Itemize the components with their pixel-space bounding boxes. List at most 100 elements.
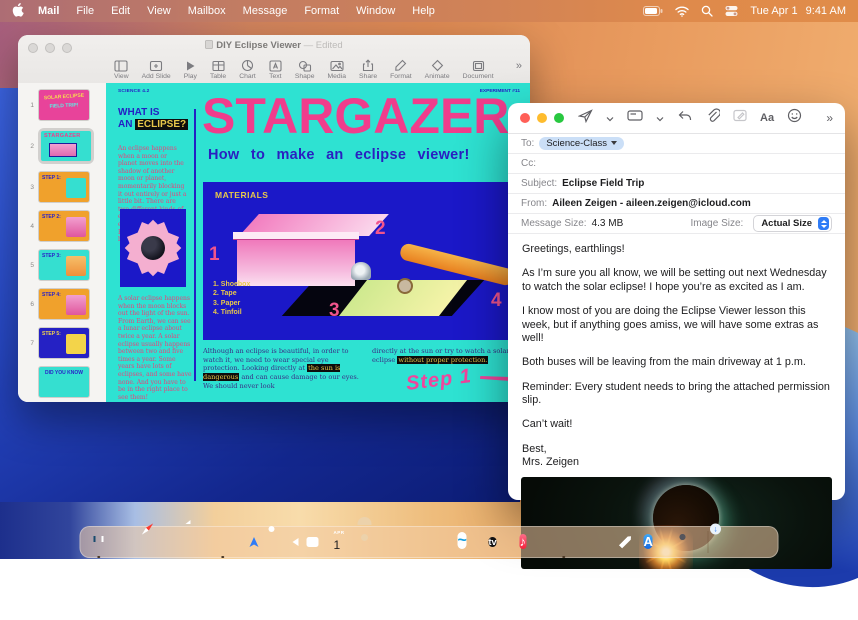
dock-item-maps[interactable]	[241, 529, 267, 555]
menu-view[interactable]: View	[147, 5, 171, 17]
media-button[interactable]: Media	[327, 60, 346, 80]
dock-item-messages[interactable]	[179, 529, 205, 555]
materials-panel[interactable]: MATERIALS 1 2 3 4 1. Shoebox 2. Tape 3. …	[203, 182, 530, 340]
format-button[interactable]: Format	[390, 59, 412, 80]
dock-item-reminders[interactable]	[396, 529, 422, 555]
slide-thumb-4[interactable]: 4 STEP 2:	[18, 210, 106, 242]
send-button[interactable]	[578, 108, 593, 128]
format-button[interactable]: Aa	[760, 112, 774, 124]
step-annotation[interactable]: Step 1	[405, 365, 473, 396]
thumbnail-6[interactable]: STEP 4:	[38, 288, 90, 320]
zoom-button[interactable]	[554, 113, 564, 123]
eclipse-paragraph-2[interactable]: A solar eclipse happens when the moon bl…	[118, 295, 192, 402]
dock-item-notes[interactable]	[427, 529, 453, 555]
subject-field[interactable]: Subject: Eclipse Field Trip	[508, 174, 845, 194]
attach-button[interactable]	[705, 108, 720, 128]
menu-mailbox[interactable]: Mailbox	[188, 5, 226, 17]
dock-item-numbers[interactable]	[582, 529, 608, 555]
slide-thumb-2-selected[interactable]: 2 STARGAZER	[18, 128, 106, 164]
animate-button[interactable]: Animate	[425, 59, 450, 80]
slide-thumb-3[interactable]: 3 STEP 1:	[18, 171, 106, 203]
slide-subtitle[interactable]: How to make an eclipse viewer!	[208, 147, 470, 163]
cc-field[interactable]: Cc:	[508, 154, 845, 174]
dock-item-settings[interactable]	[675, 529, 701, 555]
mail-compose-window[interactable]: Aa » To: Science-Class Cc: Subject: Ecli…	[508, 103, 845, 500]
toolbar-overflow-chevron[interactable]: »	[516, 60, 522, 80]
warning-text-left[interactable]: Although an eclipse is beautiful, in ord…	[203, 347, 359, 391]
text-button[interactable]: Text	[269, 60, 282, 80]
apple-menu[interactable]	[12, 3, 24, 20]
menubar-clock[interactable]: 9:41 AM	[806, 5, 846, 17]
dock-item-mail[interactable]	[210, 529, 236, 555]
header-fields-button[interactable]	[627, 109, 643, 127]
slide-title[interactable]: STARGAZER	[202, 87, 509, 145]
menu-window[interactable]: Window	[356, 5, 395, 17]
thumbnail-7[interactable]: STEP 5:	[38, 327, 90, 359]
dock-item-appletv[interactable]: tv	[489, 529, 515, 555]
dock-item-trash[interactable]	[747, 529, 773, 555]
from-field[interactable]: From: Aileen Zeigen - aileen.zeigen@iclo…	[508, 194, 845, 214]
shape-button[interactable]: Shape	[295, 60, 315, 80]
dock-item-finder[interactable]	[86, 529, 112, 555]
sun-illustration[interactable]	[120, 209, 186, 287]
dock-item-freeform[interactable]: ~	[458, 529, 484, 555]
header-fields-chevron-icon[interactable]	[656, 109, 664, 127]
dock-item-keynote[interactable]	[551, 529, 577, 555]
chart-button[interactable]: Chart	[239, 59, 256, 80]
slide-thumb-8[interactable]: DID YOU KNOW	[18, 366, 106, 398]
dock-item-facetime[interactable]	[303, 529, 329, 555]
menu-file[interactable]: File	[76, 5, 94, 17]
to-field[interactable]: To: Science-Class	[508, 134, 845, 154]
wifi-icon[interactable]	[675, 6, 689, 17]
table-button[interactable]: Table	[210, 60, 226, 80]
recipient-token[interactable]: Science-Class	[539, 137, 624, 151]
add-slide-button[interactable]: Add Slide	[142, 60, 171, 80]
slide-thumb-6[interactable]: 6 STEP 4:	[18, 288, 106, 320]
app-menu-mail[interactable]: Mail	[38, 5, 59, 17]
warning-text-right[interactable]: directly at the sun or try to watch a so…	[372, 347, 530, 364]
dock-item-launchpad[interactable]	[117, 529, 143, 555]
dock-item-pages[interactable]	[613, 529, 639, 555]
play-button[interactable]: Play	[184, 60, 197, 80]
menu-help[interactable]: Help	[412, 5, 435, 17]
document-button[interactable]: Document	[463, 60, 494, 80]
reply-button[interactable]	[677, 109, 692, 127]
image-size-select[interactable]: Actual Size	[753, 215, 832, 232]
slide-navigator[interactable]: 1 SOLAR ECLIPSE FIELD TRIP! 2 STARGAZER …	[18, 83, 106, 402]
share-button[interactable]: Share	[359, 59, 377, 80]
toolbar-overflow-chevron[interactable]: »	[826, 111, 833, 125]
markup-button[interactable]	[733, 109, 747, 127]
menu-message[interactable]: Message	[243, 5, 288, 17]
view-button[interactable]: View	[114, 60, 129, 80]
dock-item-contacts[interactable]	[365, 529, 391, 555]
thumbnail-5[interactable]: STEP 3:	[38, 249, 90, 281]
slide-thumb-7[interactable]: 7 STEP 5:	[18, 327, 106, 359]
slide-canvas[interactable]: SCIENCE 4.2 EXPERIMENT #11 WHAT IS AN EC…	[106, 83, 530, 402]
thumbnail-4[interactable]: STEP 2:	[38, 210, 90, 242]
thumbnail-3[interactable]: STEP 1:	[38, 171, 90, 203]
close-button[interactable]	[520, 113, 530, 123]
slide-thumb-5[interactable]: 5 STEP 3:	[18, 249, 106, 281]
dock-item-calendar[interactable]: APR1	[334, 529, 360, 555]
dock-item-appstore[interactable]: A	[644, 529, 670, 555]
menu-edit[interactable]: Edit	[111, 5, 130, 17]
slide-thumb-1[interactable]: 1 SOLAR ECLIPSE FIELD TRIP!	[18, 89, 106, 121]
battery-icon[interactable]	[643, 6, 663, 16]
thumbnail-1[interactable]: SOLAR ECLIPSE FIELD TRIP!	[38, 89, 90, 121]
control-center-icon[interactable]	[725, 5, 738, 17]
send-options-chevron-icon[interactable]	[606, 109, 614, 127]
emoji-button[interactable]	[787, 108, 802, 128]
menu-format[interactable]: Format	[304, 5, 339, 17]
dock-item-safari[interactable]	[148, 529, 174, 555]
dock-item-downloads[interactable]: ↓	[716, 529, 742, 555]
dock-item-music[interactable]: ♪	[520, 529, 546, 555]
slide-heading-line1[interactable]: WHAT IS	[118, 107, 159, 118]
message-body[interactable]: Greetings, earthlings! As I’m sure you a…	[508, 234, 845, 470]
menubar-date[interactable]: Tue Apr 1	[750, 5, 797, 17]
thumbnail-2[interactable]: STARGAZER	[40, 130, 92, 162]
slide-heading-line2[interactable]: AN ECLIPSE?	[118, 119, 188, 130]
search-icon[interactable]	[701, 5, 713, 17]
keynote-window[interactable]: DIY Eclipse Viewer — Edited View Add Sli…	[18, 35, 530, 402]
thumbnail-8[interactable]: DID YOU KNOW	[38, 366, 90, 398]
mail-traffic-lights[interactable]	[520, 113, 564, 123]
